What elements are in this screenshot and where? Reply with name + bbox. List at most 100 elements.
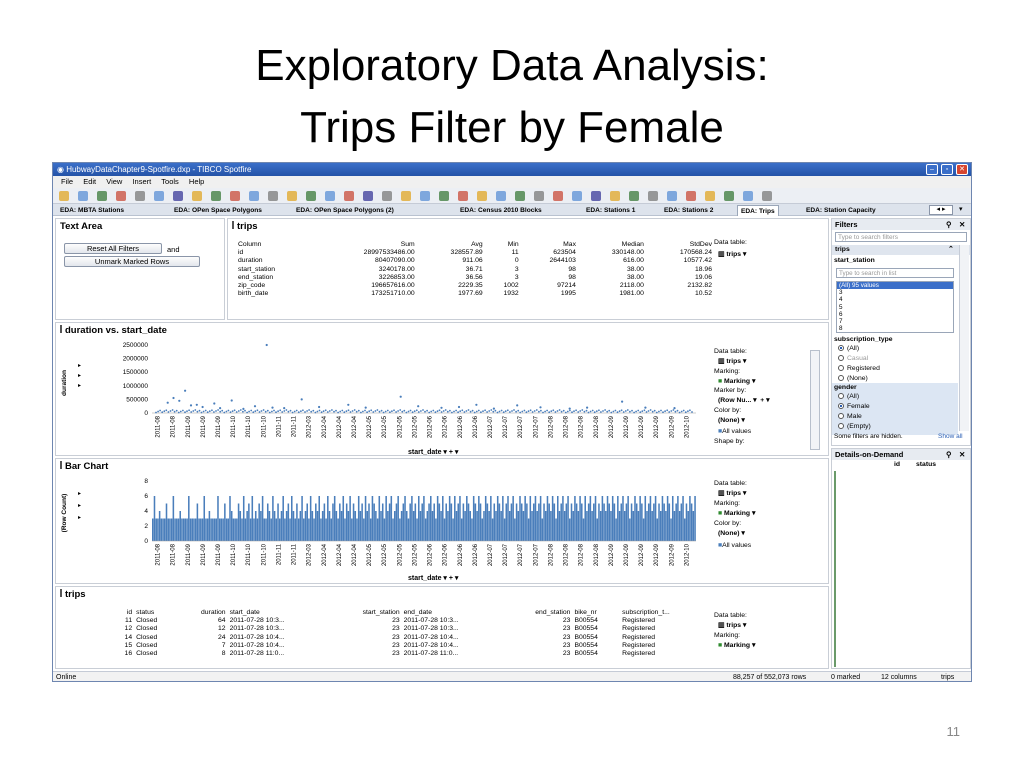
scatter-point[interactable] (264, 410, 267, 413)
toolbar-icon[interactable] (382, 191, 392, 201)
scatter-point[interactable] (279, 409, 282, 412)
scatter-point[interactable] (324, 409, 327, 412)
scatter-point[interactable] (275, 411, 277, 414)
scatter-point[interactable] (442, 410, 445, 412)
menu-tools[interactable]: Tools (161, 177, 179, 186)
trips-row[interactable]: 12 Closed 12 2011-07-28 10:3... 23 2011-07-28… (114, 625, 710, 633)
bar[interactable] (158, 511, 161, 541)
radio-icon[interactable] (838, 403, 844, 410)
bar[interactable] (570, 503, 573, 542)
bar[interactable] (270, 518, 272, 542)
bar[interactable] (409, 503, 411, 542)
bar[interactable] (325, 518, 327, 542)
scatter-point[interactable] (664, 410, 666, 413)
bar-marking-dropdown[interactable]: ■ Marking ▾ (718, 509, 755, 517)
bar[interactable] (620, 503, 623, 542)
bar[interactable] (303, 518, 305, 542)
scatter-point[interactable] (289, 409, 292, 412)
bar[interactable] (383, 518, 386, 542)
scatter-point[interactable] (571, 411, 573, 414)
bar[interactable] (469, 511, 472, 541)
tab-stations-2[interactable]: EDA: Stations 2 (661, 205, 716, 216)
bar[interactable] (527, 518, 530, 542)
scatter-point[interactable] (566, 410, 569, 413)
scatter-point[interactable] (159, 409, 161, 412)
bar[interactable] (169, 518, 171, 542)
scatter-point[interactable] (380, 409, 383, 412)
scatter-point[interactable] (213, 411, 215, 413)
scatter-point[interactable] (463, 411, 466, 413)
scatter-point[interactable] (531, 411, 534, 413)
scatter-point[interactable] (538, 410, 540, 413)
bar[interactable] (416, 518, 418, 542)
bar[interactable] (611, 496, 614, 541)
scatter-point[interactable] (182, 409, 184, 412)
scatter-point[interactable] (254, 410, 257, 413)
bar[interactable] (251, 496, 254, 541)
toolbar-icon[interactable] (610, 191, 620, 201)
bar[interactable] (162, 518, 164, 542)
scatter-point[interactable] (581, 409, 584, 411)
bar[interactable] (375, 511, 377, 541)
bar[interactable] (519, 496, 521, 541)
filters-table-group[interactable]: trips ⌃ (832, 245, 970, 255)
scatter-marker-by-dropdown[interactable]: (Row Nu... ▾ + ▾ (718, 396, 770, 404)
radio-icon[interactable] (838, 423, 844, 430)
scatter-point[interactable] (287, 410, 290, 413)
bar[interactable] (558, 511, 561, 541)
bar[interactable] (294, 518, 296, 542)
scatter-point[interactable] (564, 411, 567, 414)
scatter-point[interactable] (253, 405, 257, 408)
trips-row[interactable]: 11 Closed 64 2011-07-28 10:3... 23 2011-07-28… (114, 617, 710, 625)
bar[interactable] (481, 518, 484, 542)
scatter-point[interactable] (349, 411, 352, 413)
bar[interactable] (371, 496, 374, 541)
toolbar-icon[interactable] (686, 191, 696, 201)
scatter-point[interactable] (614, 409, 617, 412)
scatter-point[interactable] (477, 409, 480, 412)
toolbar-icon[interactable] (59, 191, 69, 201)
bar[interactable] (615, 518, 617, 542)
bar[interactable] (301, 496, 303, 541)
bar[interactable] (258, 503, 260, 542)
bar[interactable] (687, 511, 689, 541)
toolbar-icon[interactable] (439, 191, 449, 201)
stats-col-header[interactable]: Max (521, 241, 578, 249)
toolbar-icon[interactable] (173, 191, 183, 201)
scatter-point[interactable] (519, 411, 522, 414)
tab-open-space-polygons[interactable]: EDA: OPen Space Polygons (171, 205, 265, 216)
scatter-point[interactable] (552, 409, 555, 412)
trips-marking-dropdown[interactable]: ■ Marking ▾ (718, 641, 755, 649)
bar[interactable] (369, 518, 372, 542)
bar[interactable] (340, 511, 343, 541)
bar[interactable] (658, 503, 660, 542)
bar[interactable] (273, 511, 276, 541)
bar[interactable] (277, 503, 279, 542)
toolbar-icon[interactable] (724, 191, 734, 201)
scatter-point[interactable] (157, 410, 159, 413)
scatter-point[interactable] (473, 411, 476, 414)
bar[interactable] (629, 518, 631, 542)
stats-col-header[interactable]: Avg (417, 241, 485, 249)
scatter-point[interactable] (316, 410, 319, 413)
minimize-icon[interactable]: – (926, 164, 938, 175)
pin-icon[interactable]: ⚲ (946, 219, 952, 230)
bar[interactable] (349, 496, 351, 541)
bar[interactable] (572, 511, 574, 541)
scatter-point[interactable] (598, 409, 600, 412)
bar[interactable] (548, 503, 550, 542)
bar[interactable] (476, 511, 478, 541)
bar[interactable] (467, 503, 470, 542)
bar[interactable] (280, 511, 283, 541)
scatter-point[interactable] (239, 409, 242, 411)
bar[interactable] (517, 511, 520, 541)
bar[interactable] (176, 518, 178, 542)
scatter-point[interactable] (219, 407, 222, 410)
scatter-point[interactable] (221, 409, 224, 412)
bar[interactable] (354, 511, 357, 541)
scatter-point[interactable] (573, 410, 575, 413)
bar[interactable] (598, 503, 600, 542)
scatter-point[interactable] (666, 409, 669, 412)
scatter-point[interactable] (300, 410, 302, 413)
scatter-point[interactable] (610, 411, 613, 414)
